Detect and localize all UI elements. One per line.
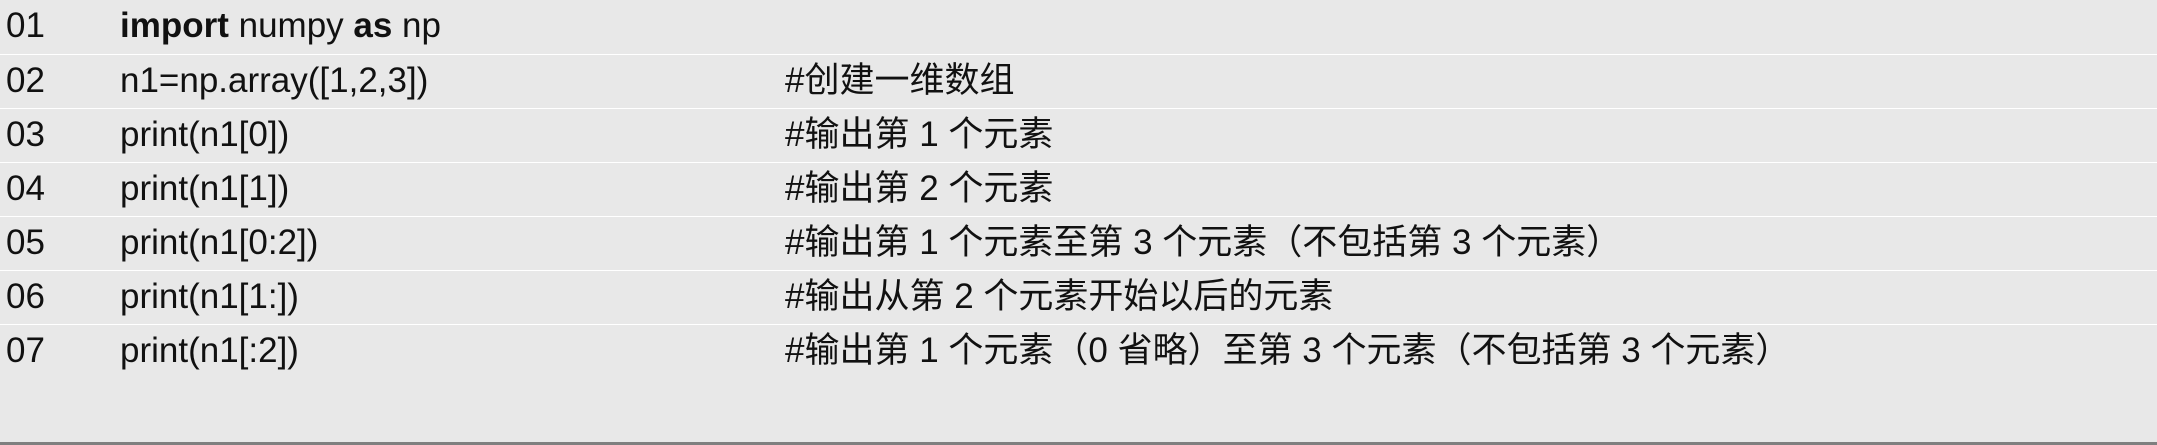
code-line-03: 03 print(n1[0]) #输出第 1 个元素 [0,108,2157,163]
code-comment: #输出第 1 个元素（0 省略）至第 3 个元素（不包括第 3 个元素） [785,331,1791,370]
code-alias: np [392,6,441,45]
code-comment: #输出第 2 个元素 [785,169,1054,208]
line-number: 06 [6,277,45,316]
code-listing: 01 import numpy as np 02 n1=np.array([1,… [0,0,2157,445]
code-text: print(n1[0]) [120,115,290,154]
code-text: import numpy as np [120,4,441,48]
code-module: numpy [228,6,354,45]
code-text: print(n1[:2]) [120,331,299,370]
code-line-04: 04 print(n1[1]) #输出第 2 个元素 [0,162,2157,217]
keyword-as: as [353,6,393,45]
code-text: print(n1[0:2]) [120,223,319,262]
code-line-01: 01 import numpy as np [0,0,2157,54]
code-line-06: 06 print(n1[1:]) #输出从第 2 个元素开始以后的元素 [0,270,2157,325]
line-number: 05 [6,223,45,262]
code-comment: #输出从第 2 个元素开始以后的元素 [785,277,1334,316]
line-number: 04 [6,169,45,208]
code-text: print(n1[1]) [120,169,290,208]
code-comment: #输出第 1 个元素至第 3 个元素（不包括第 3 个元素） [785,223,1622,262]
code-line-02: 02 n1=np.array([1,2,3]) #创建一维数组 [0,54,2157,109]
code-comment: #输出第 1 个元素 [785,115,1054,154]
code-line-07: 07 print(n1[:2]) #输出第 1 个元素（0 省略）至第 3 个元… [0,324,2157,379]
code-text: n1=np.array([1,2,3]) [120,61,429,100]
line-number: 07 [6,331,45,370]
code-text: print(n1[1:]) [120,277,299,316]
line-number: 01 [6,6,45,45]
code-line-05: 05 print(n1[0:2]) #输出第 1 个元素至第 3 个元素（不包括… [0,216,2157,271]
code-comment: #创建一维数组 [785,61,1015,100]
line-number: 03 [6,115,45,154]
keyword-import: import [120,6,229,45]
line-number: 02 [6,61,45,100]
